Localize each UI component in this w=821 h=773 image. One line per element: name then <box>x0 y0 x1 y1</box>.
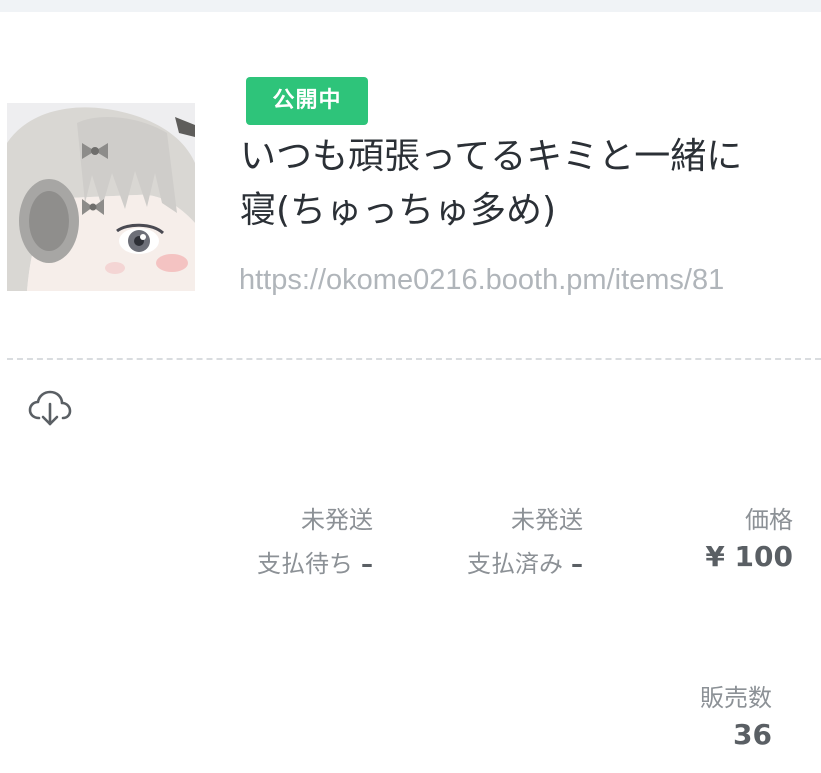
unshipped-paid-row: 支払済み – <box>467 544 583 579</box>
thumbnail-illustration <box>7 103 195 291</box>
item-title[interactable]: いつも頑張ってるキミと一緒に 寝(ちゅっちゅ多め) <box>240 130 821 238</box>
cloud-download-icon[interactable] <box>28 390 72 428</box>
price-value: ¥ 100 <box>705 540 793 573</box>
unshipped-paid-label-top: 未発送 <box>511 506 583 534</box>
unshipped-pending-row: 支払待ち – <box>257 544 373 579</box>
sales-count-label: 販売数 <box>700 684 772 712</box>
unshipped-pending-label: 支払待ち <box>257 550 353 578</box>
unshipped-paid-label: 支払済み <box>467 550 563 578</box>
unshipped-pending-label-top: 未発送 <box>301 506 373 534</box>
price-label: 価格 <box>745 506 793 534</box>
top-strip <box>0 0 821 12</box>
section-divider <box>7 358 821 360</box>
item-thumbnail[interactable] <box>7 103 195 291</box>
status-badge: 公開中 <box>246 77 368 125</box>
item-title-line-1: いつも頑張ってるキミと一緒に <box>240 136 743 177</box>
unshipped-paid-value: – <box>571 550 583 578</box>
item-title-line-2: 寝(ちゅっちゅ多め) <box>240 190 557 231</box>
unshipped-pending-value: – <box>361 550 373 578</box>
sales-count-value: 36 <box>733 718 772 751</box>
item-url-link[interactable]: https://okome0216.booth.pm/items/81 <box>239 264 821 297</box>
